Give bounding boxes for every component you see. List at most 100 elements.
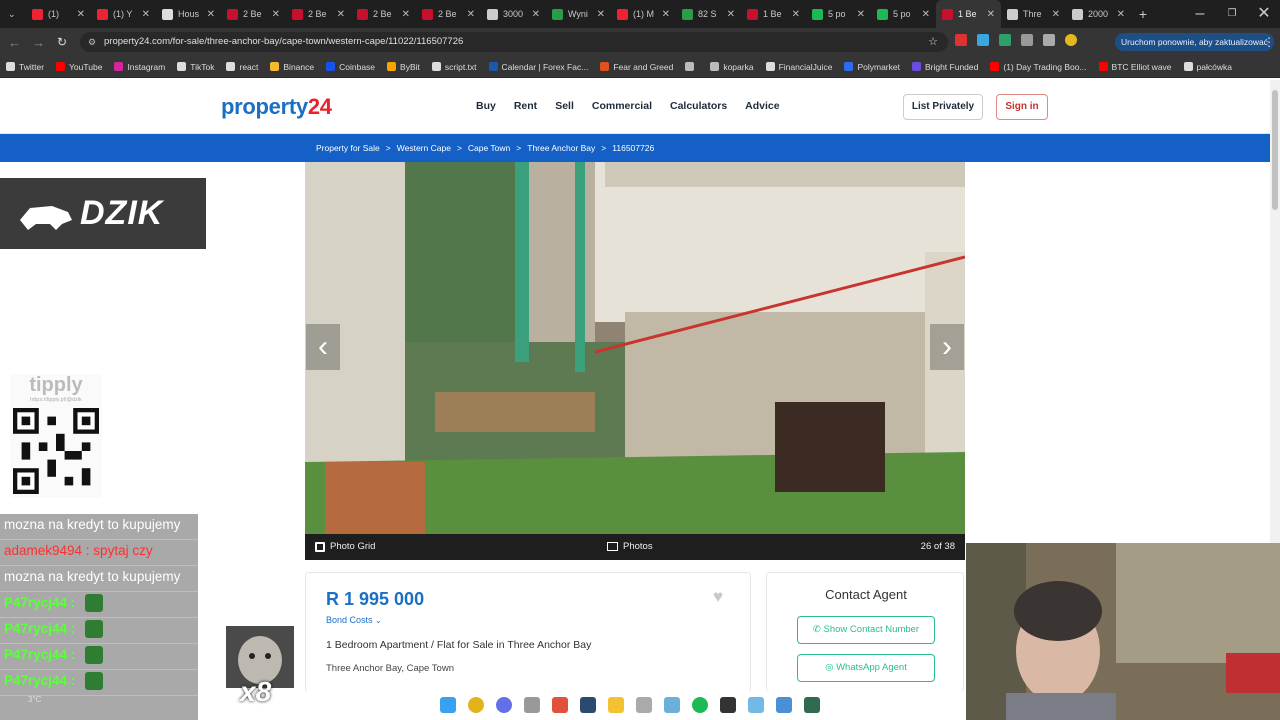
close-tab-icon[interactable]: ✕ — [272, 9, 280, 20]
close-tab-icon[interactable]: ✕ — [142, 9, 150, 20]
browser-tab[interactable]: 2 Be ✕ — [351, 0, 416, 28]
list-privately-button[interactable]: List Privately — [903, 94, 983, 120]
browser-tab[interactable]: 2 Be ✕ — [286, 0, 351, 28]
bookmark-item[interactable]: Calendar | Forex Fac... — [488, 62, 588, 72]
close-tab-icon[interactable]: ✕ — [402, 9, 410, 20]
bookmark-item[interactable]: Fear and Greed — [600, 62, 673, 72]
notepad-icon[interactable] — [748, 697, 764, 713]
nav-item-rent[interactable]: Rent — [514, 100, 537, 112]
browser-tab[interactable]: (1) Y ✕ — [91, 0, 156, 28]
bookmark-item[interactable]: Coinbase — [326, 62, 375, 72]
photos-button[interactable]: Photos — [607, 541, 653, 552]
windows-start-icon[interactable] — [440, 697, 456, 713]
close-tab-icon[interactable]: ✕ — [792, 9, 800, 20]
breadcrumb-item[interactable]: Cape Town — [468, 143, 510, 153]
close-tab-icon[interactable]: ✕ — [467, 9, 475, 20]
menu-icon[interactable]: ⋮ — [1263, 35, 1275, 49]
browser-tab[interactable]: 1 Be ✕ — [936, 0, 1001, 28]
tab-list-button[interactable]: ⌄ — [0, 0, 26, 28]
bookmark-item[interactable]: YouTube — [56, 62, 102, 72]
bookmark-item[interactable]: FinancialJuice — [765, 62, 832, 72]
close-tab-icon[interactable]: ✕ — [532, 9, 540, 20]
favourite-heart-icon[interactable]: ♥ — [713, 587, 723, 607]
bookmark-item[interactable]: Bright Funded — [911, 62, 978, 72]
photo-grid-button[interactable]: Photo Grid — [315, 541, 375, 552]
browser-tab[interactable]: (1) M ✕ — [611, 0, 676, 28]
gallery-next-button[interactable]: › — [930, 324, 964, 370]
browser-tab[interactable]: 2000 ✕ — [1066, 0, 1131, 28]
close-tab-icon[interactable]: ✕ — [1117, 9, 1125, 20]
browser-tab[interactable]: 5 po ✕ — [806, 0, 871, 28]
close-tab-icon[interactable]: ✕ — [727, 9, 735, 20]
breadcrumb-item[interactable]: Western Cape — [397, 143, 451, 153]
extension-icon[interactable] — [999, 34, 1011, 46]
breadcrumb-item[interactable]: Property for Sale — [316, 143, 380, 153]
scrollbar-thumb[interactable] — [1272, 90, 1278, 210]
bond-costs-dropdown[interactable]: Bond Costs ⌄ — [326, 615, 382, 625]
bookmark-item[interactable]: pałcówka — [1183, 62, 1232, 72]
browser-tab[interactable]: 2 Be ✕ — [221, 0, 286, 28]
bookmark-item[interactable]: Instagram — [114, 62, 165, 72]
close-tab-icon[interactable]: ✕ — [857, 9, 865, 20]
bookmark-item[interactable]: ByBit — [387, 62, 420, 72]
close-tab-icon[interactable]: ✕ — [207, 9, 215, 20]
close-tab-icon[interactable]: ✕ — [77, 9, 85, 20]
media-icon[interactable] — [1043, 34, 1055, 46]
sign-in-button[interactable]: Sign in — [996, 94, 1048, 120]
nav-item-sell[interactable]: Sell — [555, 100, 574, 112]
bookmark-item[interactable]: Twitter — [6, 62, 44, 72]
browser-tab[interactable]: Wyni ✕ — [546, 0, 611, 28]
puzzle-icon[interactable] — [1021, 34, 1033, 46]
steam-icon[interactable] — [580, 697, 596, 713]
close-tab-icon[interactable]: ✕ — [1052, 9, 1060, 20]
update-button[interactable]: Uruchom ponownie, aby zaktualizować — [1115, 33, 1274, 51]
close-tab-icon[interactable]: ✕ — [597, 9, 605, 20]
bookmark-item[interactable]: Binance — [270, 62, 314, 72]
close-tab-icon[interactable]: ✕ — [922, 9, 930, 20]
close-window-icon[interactable]: ✕ — [1248, 0, 1280, 28]
bookmark-item[interactable] — [685, 62, 698, 71]
bookmark-item[interactable]: koparka — [710, 62, 754, 72]
app-icon[interactable] — [720, 697, 736, 713]
discord-icon[interactable] — [496, 697, 512, 713]
chrome-icon[interactable] — [468, 697, 484, 713]
show-contact-number-button[interactable]: ✆ Show Contact Number — [797, 616, 935, 644]
bookmark-item[interactable]: script.txt — [431, 62, 477, 72]
minimize-icon[interactable]: – — [1184, 0, 1216, 28]
browser-tab[interactable]: 3000 ✕ — [481, 0, 546, 28]
back-icon[interactable]: ← — [8, 35, 21, 50]
browser-tab[interactable]: Thre ✕ — [1001, 0, 1066, 28]
bookmark-star-icon[interactable]: ☆ — [928, 32, 938, 52]
browser-tab[interactable]: 5 po ✕ — [871, 0, 936, 28]
app-icon[interactable] — [804, 697, 820, 713]
app-icon[interactable] — [664, 697, 680, 713]
bookmark-item[interactable]: TikTok — [177, 62, 214, 72]
page-scrollbar[interactable] — [1270, 80, 1280, 543]
browser-tab[interactable]: 82 S ✕ — [676, 0, 741, 28]
reload-icon[interactable]: ↻ — [57, 35, 67, 49]
app-icon[interactable] — [776, 697, 792, 713]
app-icon[interactable] — [524, 697, 540, 713]
breadcrumb-item[interactable]: Three Anchor Bay — [527, 143, 595, 153]
bookmark-item[interactable]: (1) Day Trading Boo... — [990, 62, 1087, 72]
app-icon[interactable] — [552, 697, 568, 713]
new-tab-button[interactable]: + — [1131, 0, 1155, 28]
bookmark-item[interactable]: BTC Elliot wave — [1098, 62, 1172, 72]
close-tab-icon[interactable]: ✕ — [337, 9, 345, 20]
extension-icon[interactable] — [977, 34, 989, 46]
extension-icon[interactable] — [955, 34, 967, 46]
site-info-icon[interactable]: ⚙ — [88, 32, 96, 52]
app-icon[interactable] — [636, 697, 652, 713]
restore-icon[interactable]: ❐ — [1216, 0, 1248, 28]
nav-item-calculators[interactable]: Calculators — [670, 100, 727, 112]
whatsapp-agent-button[interactable]: ◎ WhatsApp Agent — [797, 654, 935, 682]
spotify-icon[interactable] — [692, 697, 708, 713]
bookmark-item[interactable]: react — [226, 62, 258, 72]
browser-tab[interactable]: 2 Be ✕ — [416, 0, 481, 28]
browser-tab[interactable]: 1 Be ✕ — [741, 0, 806, 28]
forward-icon[interactable]: → — [32, 35, 45, 50]
close-tab-icon[interactable]: ✕ — [662, 9, 670, 20]
property24-logo[interactable]: property24 — [221, 94, 332, 120]
nav-item-buy[interactable]: Buy — [476, 100, 496, 112]
profile-avatar-icon[interactable] — [1065, 34, 1077, 46]
